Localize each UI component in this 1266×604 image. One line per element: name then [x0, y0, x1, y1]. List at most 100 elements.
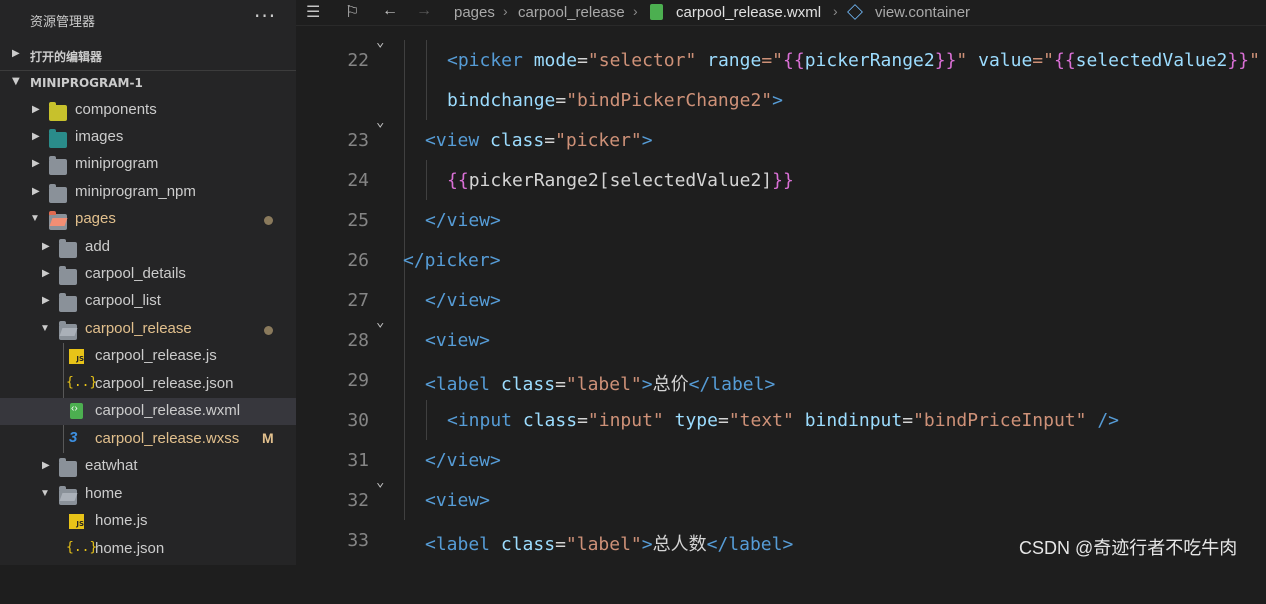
code-text: </picker> [403, 250, 501, 271]
modified-dot-icon [264, 326, 273, 335]
tree-item-carpool-release-wxml[interactable]: carpool_release.wxml [0, 398, 296, 425]
forward-arrow-icon[interactable]: → [416, 2, 432, 20]
code-text: <label class="label">总人数</label> [425, 530, 793, 556]
tree-item-label: components [75, 101, 157, 118]
tree-item-carpool-release-wxss[interactable]: 3 carpool_release.wxss M [0, 426, 296, 453]
code-token: = [577, 50, 588, 71]
tree-item-eatwhat[interactable]: ▶ eatwhat [0, 453, 296, 480]
code-token: = [717, 410, 729, 431]
folder-icon [59, 239, 77, 258]
code-line[interactable]: 28 ⌄ <view> [296, 314, 1266, 360]
tree-item-add[interactable]: ▶ add [0, 234, 296, 261]
tree-item-miniprogram-npm[interactable]: ▶ miniprogram_npm [0, 179, 296, 206]
list-icon[interactable]: ☰ [306, 2, 320, 22]
code-token: = [902, 410, 914, 431]
code-token: "bindPriceInput" [913, 410, 1087, 431]
code-line[interactable]: 32 ⌄ <view> [296, 474, 1266, 520]
tree-item-label: add [85, 238, 111, 255]
tree-item-home[interactable]: ▼ home [0, 481, 296, 508]
tree-item-carpool-release-js[interactable]: JS carpool_release.js [0, 343, 296, 370]
code-line[interactable]: 30 <input class="input" type="text" bind… [296, 400, 1266, 440]
code-token: </label> [688, 374, 776, 395]
breadcrumb-separator: › [833, 3, 838, 19]
folder-pages-icon [49, 211, 67, 230]
code-text: <label class="label">总价</label> [425, 370, 775, 396]
code-text: </view> [425, 450, 501, 471]
code-token: "input" [587, 410, 664, 431]
back-arrow-icon[interactable]: ← [382, 2, 398, 20]
chevron-down-icon: ▼ [40, 488, 50, 499]
fold-chevron-icon[interactable]: ⌄ [376, 474, 384, 490]
tree-item-pages[interactable]: ▼ pages [0, 206, 296, 233]
code-token: <label [425, 534, 491, 555]
tree-item-carpool-details[interactable]: ▶ carpool_details [0, 261, 296, 288]
code-token: = [555, 90, 567, 111]
tree-item-miniprogram[interactable]: ▶ miniprogram [0, 151, 296, 178]
code-area[interactable]: 22 ⌄ <picker mode="selector" range="{{pi… [296, 34, 1266, 565]
chevron-right-icon: ▶ [12, 48, 20, 59]
json-file-icon: {..} [66, 540, 98, 555]
tree-item-home-json[interactable]: {..} home.json [0, 536, 296, 563]
code-token: class [500, 534, 556, 555]
breadcrumb-file[interactable]: carpool_release.wxml [676, 4, 821, 21]
code-line[interactable]: 25 </view> [296, 200, 1266, 240]
tree-item-label: carpool_release.js [95, 347, 217, 364]
code-line[interactable]: 22 ⌄ <picker mode="selector" range="{{pi… [296, 34, 1266, 80]
tree-item-components[interactable]: ▶ components [0, 97, 296, 124]
tree-item-label: carpool_release.wxss [95, 430, 240, 447]
code-line[interactable]: 31 </view> [296, 440, 1266, 480]
wxml-file-icon [650, 4, 663, 20]
code-line[interactable]: 24 {{pickerRange2[selectedValue2]}} [296, 160, 1266, 200]
code-text: <picker mode="selector" range="{{pickerR… [447, 50, 1260, 71]
code-line[interactable]: 26 </picker> [296, 240, 1266, 280]
code-line[interactable]: 23 ⌄ <view class="picker"> [296, 114, 1266, 160]
tree-item-carpool-release[interactable]: ▼ carpool_release [0, 316, 296, 343]
folder-images-icon [49, 129, 67, 148]
chevron-right-icon: ▶ [32, 131, 40, 142]
code-token: "picker" [555, 130, 642, 151]
json-file-icon: {..} [66, 375, 98, 390]
wxml-file-icon [70, 403, 83, 419]
tree-item-carpool-release-json[interactable]: {..} carpool_release.json [0, 371, 296, 398]
chevron-right-icon: ▶ [42, 268, 50, 279]
code-token: }} [772, 170, 794, 191]
tree-item-label: carpool_release.json [95, 375, 234, 392]
code-token: " [956, 50, 968, 71]
line-number: 23 [347, 130, 369, 151]
code-line[interactable]: 29 <label class="label">总价</label> [296, 360, 1266, 400]
bookmark-icon[interactable]: ⚐ [345, 2, 359, 22]
tree-item-images[interactable]: ▶ images [0, 124, 296, 151]
breadcrumb-pages[interactable]: pages [454, 4, 495, 21]
tree-item-carpool-list[interactable]: ▶ carpool_list [0, 288, 296, 315]
code-token: > [772, 90, 783, 111]
line-number: 29 [347, 370, 369, 391]
git-modified-badge: M [262, 430, 274, 446]
tree-item-label: eatwhat [85, 457, 138, 474]
tree-item-label: miniprogram [75, 155, 159, 172]
breadcrumb-carpool-release[interactable]: carpool_release [518, 4, 625, 21]
breadcrumb-symbol[interactable]: view.container [875, 4, 970, 21]
folder-open-icon [59, 486, 77, 505]
line-number: 27 [347, 290, 369, 311]
code-line[interactable]: 27 </view> [296, 280, 1266, 320]
fold-chevron-icon[interactable]: ⌄ [376, 34, 384, 50]
folder-icon [49, 156, 67, 175]
folder-icon [49, 184, 67, 203]
code-token: class [490, 130, 545, 151]
code-token: "label" [565, 374, 642, 395]
project-section[interactable]: ▼ MINIPROGRAM-1 [0, 70, 296, 97]
tree-item-label: home.js [95, 512, 148, 529]
tree-item-home-js[interactable]: JS home.js [0, 508, 296, 535]
explorer-header: 资源管理器 ··· [0, 0, 296, 40]
fold-chevron-icon[interactable]: ⌄ [376, 114, 384, 130]
code-line[interactable]: bindchange="bindPickerChange2"> [296, 80, 1266, 120]
folder-icon [59, 266, 77, 285]
code-token: <view> [425, 490, 491, 511]
code-token: mode [533, 50, 578, 71]
open-editors-section[interactable]: ▶ 打开的编辑器 [0, 43, 296, 69]
fold-chevron-icon[interactable]: ⌄ [376, 314, 384, 330]
chevron-right-icon: ▶ [32, 186, 40, 197]
code-token: = [555, 374, 566, 395]
code-editor[interactable]: ☰ ⚐ ← → pages › carpool_release › carpoo… [296, 0, 1266, 565]
more-actions-icon[interactable]: ··· [254, 4, 276, 28]
